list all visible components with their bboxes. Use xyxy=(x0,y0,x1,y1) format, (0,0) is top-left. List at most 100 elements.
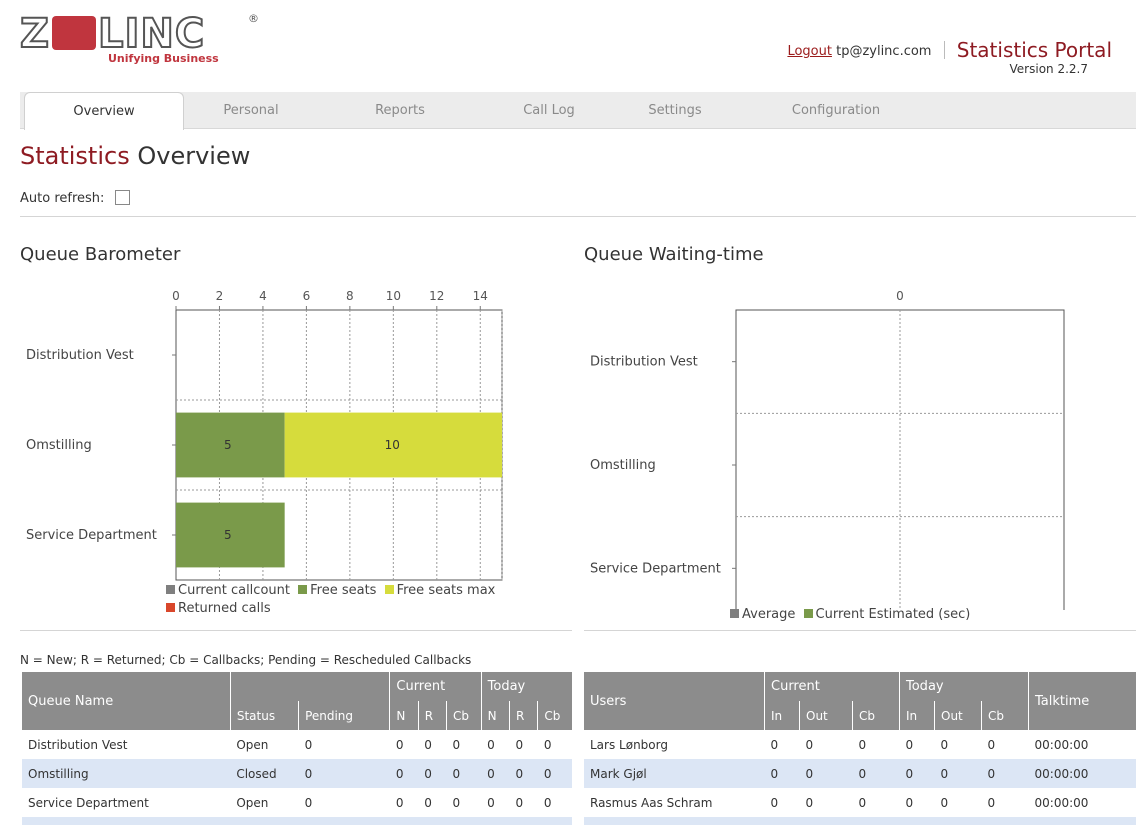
main-tabs: Overview Personal Reports Call Log Setti… xyxy=(20,92,1136,130)
col-status: Status xyxy=(229,701,299,730)
today-n-cell: 0 xyxy=(487,795,495,810)
queue-barometer-chart: 0 2 4 6 8 10 12 14 Distribution Vest Omstilling 5 1… xyxy=(26,289,503,581)
today-r-cell: 0 xyxy=(509,759,538,788)
section-divider xyxy=(20,216,1136,217)
table-row[interactable]: Rasmus Aas Schram 0 0 0 0 0 0 00:00:00 xyxy=(584,788,1136,817)
col-group-today: Today xyxy=(899,672,1029,701)
today-cb-cell: 0 xyxy=(537,759,572,788)
tab-personal[interactable]: Personal xyxy=(186,92,316,128)
today-cb-cell: 0 xyxy=(981,759,1029,788)
tick-label-x: 10 xyxy=(386,289,401,303)
col-today-cb: Cb xyxy=(537,701,572,730)
user-name-cell: Mark Gjøl xyxy=(584,759,765,788)
queue-barometer-title: Queue Barometer xyxy=(20,244,181,265)
tab-reports[interactable]: Reports xyxy=(335,92,465,128)
data-label: 10 xyxy=(385,438,400,452)
table-row[interactable]: Service Department Open 0 0 0 0 0 0 0 xyxy=(22,788,572,817)
current-out-cell: 0 xyxy=(799,759,853,788)
table-abbreviation-note: N = New; R = Returned; Cb = Callbacks; P… xyxy=(20,653,472,667)
col-current-out: Out xyxy=(799,701,853,730)
users-table: Users Current Today Talktime In Out Cb I… xyxy=(584,672,1136,825)
col-talktime: Talktime xyxy=(1028,672,1136,730)
current-cb-cell: 0 xyxy=(446,759,482,788)
data-label: 5 xyxy=(224,528,232,542)
barometer-legend-row-2: Returned calls xyxy=(166,601,495,616)
col-pending: Pending xyxy=(298,701,390,730)
version-label: Version 2.2.7 xyxy=(1009,62,1088,76)
current-in-cell: 0 xyxy=(764,759,800,788)
tab-overview[interactable]: Overview xyxy=(24,92,184,130)
col-group-today: Today xyxy=(480,672,572,701)
col-today-r: R xyxy=(508,701,538,730)
pending-cell: 0 xyxy=(304,795,313,810)
partial-cell xyxy=(22,817,572,825)
tab-configuration[interactable]: Configuration xyxy=(756,92,916,128)
left-section-divider xyxy=(20,630,572,631)
col-current-r: R xyxy=(417,701,447,730)
users-table-header-row: Users Current Today Talktime xyxy=(584,672,1136,730)
category-label-service-department: Service Department xyxy=(26,528,157,543)
tab-call-log[interactable]: Call Log xyxy=(484,92,614,128)
today-out-cell: 0 xyxy=(940,795,949,810)
talktime-cell: 00:00:00 xyxy=(1034,737,1089,752)
zylinc-logo[interactable]: Z LINC ® Unifying Business xyxy=(19,12,260,66)
logo-mark-icon xyxy=(52,16,97,50)
today-cb-cell: 0 xyxy=(987,737,996,752)
table-row[interactable]: Distribution Vest Open 0 0 0 0 0 0 0 xyxy=(22,730,572,759)
legend-returned-calls: Returned calls xyxy=(178,601,271,616)
table-row[interactable]: Lars Lønborg 0 0 0 0 0 0 00:00:00 xyxy=(584,730,1136,759)
category-label-omstilling: Omstilling xyxy=(590,458,656,473)
swatch-free-seats-max xyxy=(384,585,394,594)
table-row[interactable]: Mark Gjøl 0 0 0 0 0 0 00:00:00 xyxy=(584,759,1136,788)
auto-refresh-checkbox[interactable] xyxy=(114,190,130,205)
col-group-current: Current xyxy=(764,672,900,701)
tick-label-x: 6 xyxy=(303,289,311,303)
user-email: tp@zylinc.com xyxy=(836,44,932,59)
queue-waiting-time-title: Queue Waiting-time xyxy=(584,244,764,265)
current-cb-cell: 0 xyxy=(452,795,461,810)
current-r-cell: 0 xyxy=(424,737,432,752)
col-current-in: In xyxy=(764,701,800,730)
data-label: 5 xyxy=(224,438,232,452)
talktime-cell: 00:00:00 xyxy=(1028,759,1136,788)
right-section-divider xyxy=(584,630,1136,631)
current-n-cell: 0 xyxy=(389,759,419,788)
tab-settings[interactable]: Settings xyxy=(610,92,740,128)
barometer-legend-row-1: Current callcount Free seats Free seats … xyxy=(166,583,495,598)
today-n-cell: 0 xyxy=(481,759,510,788)
legend-current-estimated: Current Estimated (sec) xyxy=(815,607,971,622)
user-name-cell: Lars Lønborg xyxy=(590,737,668,752)
user-name-cell: Rasmus Aas Schram xyxy=(590,795,713,810)
today-r-cell: 0 xyxy=(515,795,524,810)
swatch-free-seats xyxy=(298,585,308,594)
legend-current-callcount: Current callcount xyxy=(178,583,290,598)
partial-cell xyxy=(584,817,1136,825)
table-row-partial xyxy=(22,817,572,825)
auto-refresh: Auto refresh: xyxy=(20,190,130,206)
auto-refresh-label: Auto refresh: xyxy=(20,191,105,206)
queue-table: Queue Name Current Today Status Pending … xyxy=(22,672,572,825)
queue-table-header-row: Queue Name Current Today xyxy=(22,672,572,730)
tick-label-x: 0 xyxy=(896,289,904,303)
today-in-cell: 0 xyxy=(905,737,914,752)
category-label-distribution-vest: Distribution Vest xyxy=(26,348,134,363)
tick-label-x: 12 xyxy=(429,289,444,303)
col-current-n: N xyxy=(389,701,419,730)
today-cb-cell: 0 xyxy=(543,737,552,752)
queue-name-cell: Service Department xyxy=(28,795,149,810)
col-today-out: Out xyxy=(934,701,982,730)
queue-name-cell: Omstilling xyxy=(22,759,231,788)
today-r-cell: 0 xyxy=(515,737,524,752)
col-today-n: N xyxy=(480,701,510,730)
col-today-cb: Cb xyxy=(981,701,1029,730)
today-n-cell: 0 xyxy=(487,737,495,752)
queue-name-cell: Distribution Vest xyxy=(28,737,128,752)
swatch-average xyxy=(730,609,739,618)
table-row[interactable]: Omstilling Closed 0 0 0 0 0 0 0 xyxy=(22,759,572,788)
today-in-cell: 0 xyxy=(905,795,914,810)
tick-label-x: 14 xyxy=(473,289,488,303)
page-title-emphasis: Statistics xyxy=(20,142,130,170)
logout-link[interactable]: Logout xyxy=(787,44,832,59)
registered-mark: ® xyxy=(248,12,259,25)
current-cb-cell: 0 xyxy=(858,737,867,752)
